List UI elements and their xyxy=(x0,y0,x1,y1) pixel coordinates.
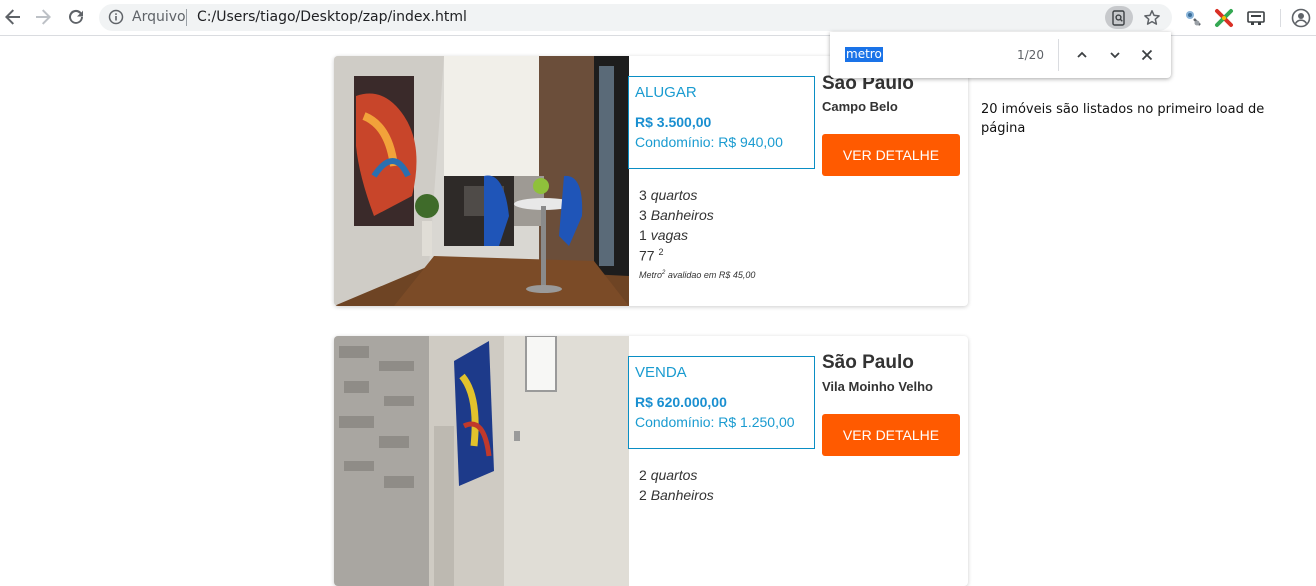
listing-city: São Paulo xyxy=(822,352,914,373)
listing-photo[interactable] xyxy=(334,336,629,586)
find-input[interactable]: metro xyxy=(845,47,883,62)
toolbar-divider xyxy=(1280,9,1281,27)
url-text[interactable]: C:/Users/tiago/Desktop/zap/index.html xyxy=(197,9,467,25)
listing-price: R$ 620.000,00 xyxy=(635,394,727,410)
price-box: ALUGAR R$ 3.500,00 Condomínio: R$ 940,00 xyxy=(628,76,815,169)
find-match-count: 1/20 xyxy=(1017,48,1044,62)
listing-card: ALUGAR R$ 3.500,00 Condomínio: R$ 940,00… xyxy=(334,56,968,306)
listing-baths: 2 Banheiros xyxy=(639,487,714,503)
listing-condo-fee: Condomínio: R$ 940,00 xyxy=(635,134,783,150)
listing-condo-fee: Condomínio: R$ 1.250,00 xyxy=(635,414,795,430)
listing-area: 77 2 xyxy=(639,247,664,264)
find-in-page-icon[interactable] xyxy=(1105,6,1133,29)
find-bar-divider xyxy=(1058,39,1059,71)
listing-price: R$ 3.500,00 xyxy=(635,114,712,130)
price-box: VENDA R$ 620.000,00 Condomínio: R$ 1.250… xyxy=(628,356,815,449)
cast-icon[interactable] xyxy=(1245,7,1267,29)
find-bar: metro 1/20 xyxy=(830,32,1171,78)
listing-type: ALUGAR xyxy=(635,84,697,101)
side-note: 20 imóveis são listados no primeiro load… xyxy=(981,102,1265,136)
address-bar[interactable]: Arquivo C:/Users/tiago/Desktop/zap/index… xyxy=(99,4,1172,31)
back-icon[interactable] xyxy=(0,4,26,30)
listing-rooms: 2 quartos xyxy=(639,467,698,483)
browser-toolbar: Arquivo C:/Users/tiago/Desktop/zap/index… xyxy=(0,0,1316,36)
listing-rooms: 3 quartos xyxy=(639,187,698,203)
bookmark-star-icon[interactable] xyxy=(1141,7,1163,29)
chevron-up-icon[interactable] xyxy=(1071,44,1093,66)
listing-card: VENDA R$ 620.000,00 Condomínio: R$ 1.250… xyxy=(334,336,968,586)
account-icon[interactable] xyxy=(1290,7,1312,29)
listing-type: VENDA xyxy=(635,364,687,381)
listing-parking: 1 vagas xyxy=(639,227,689,243)
view-detail-button[interactable]: VER DETALHE xyxy=(822,134,960,176)
reload-icon[interactable] xyxy=(63,4,89,30)
listing-photo[interactable] xyxy=(334,56,629,306)
listing-neighborhood: Vila Moinho Velho xyxy=(822,379,933,394)
extension-icon[interactable] xyxy=(1182,7,1204,29)
chevron-down-icon[interactable] xyxy=(1104,44,1126,66)
extension-x-icon[interactable] xyxy=(1213,7,1235,29)
info-icon[interactable] xyxy=(108,9,124,25)
omnibox-divider xyxy=(186,9,187,26)
listing-baths: 3 Banheiros xyxy=(639,207,714,223)
forward-icon[interactable] xyxy=(30,4,56,30)
listing-price-note: Metro2 avalidao em R$ 45,00 xyxy=(639,270,756,280)
origin-label: Arquivo xyxy=(132,9,186,25)
view-detail-button[interactable]: VER DETALHE xyxy=(822,414,960,456)
listing-neighborhood: Campo Belo xyxy=(822,99,898,114)
close-icon[interactable] xyxy=(1136,44,1158,66)
